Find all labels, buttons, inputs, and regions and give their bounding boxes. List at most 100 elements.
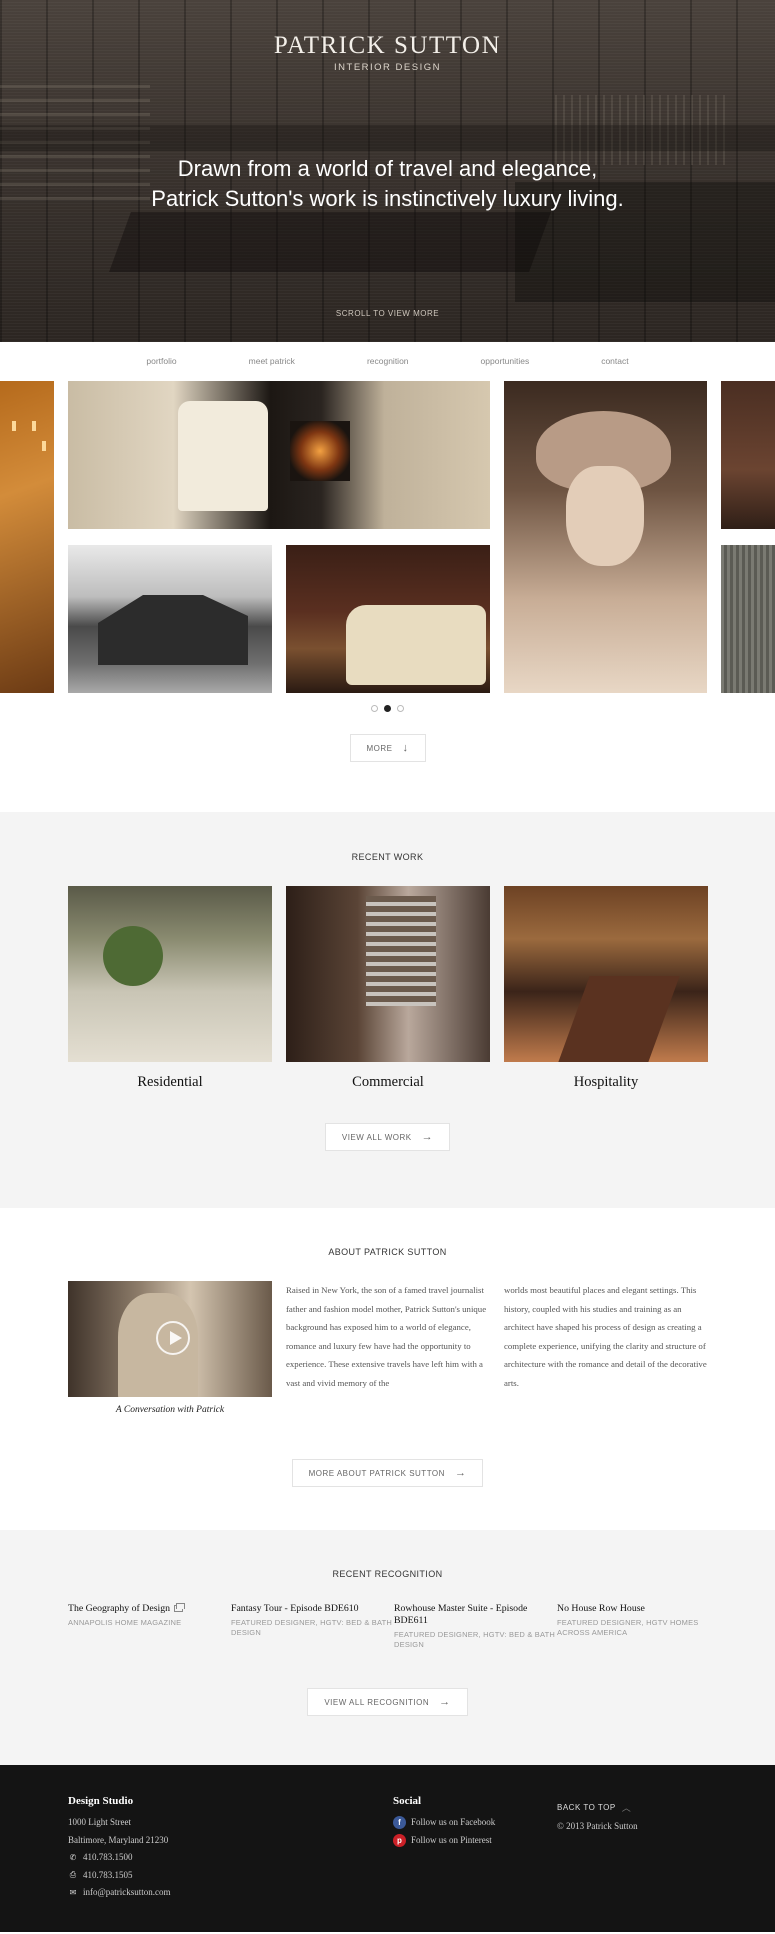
recent-work-list: Residential Commercial Hospitality <box>68 886 775 1091</box>
recognition-item-title-wrap: The Geography of Design <box>68 1603 231 1615</box>
about-text-col-2: worlds most beautiful places and elegant… <box>504 1285 707 1388</box>
living-room-chair-shape <box>178 401 268 511</box>
view-all-work-button[interactable]: VIEW ALL WORK → <box>324 1123 451 1151</box>
commercial-image <box>286 886 490 1062</box>
work-item-residential[interactable]: Residential <box>68 886 272 1091</box>
footer-phone[interactable]: ✆ 410.783.1500 <box>68 1849 171 1867</box>
footer-address-line-2: Baltimore, Maryland 21230 <box>68 1834 169 1845</box>
hero-quote-line-1: Drawn from a world of travel and eleganc… <box>177 156 598 181</box>
more-about-button[interactable]: MORE ABOUT PATRICK SUTTON → <box>291 1459 484 1487</box>
view-all-recognition-label: VIEW ALL RECOGNITION <box>324 1697 430 1707</box>
hospitality-image <box>504 886 708 1062</box>
gallery-image-kitchen[interactable] <box>721 381 775 529</box>
gallery-image-portrait[interactable] <box>504 381 707 693</box>
gallery-image-tile-wall[interactable] <box>721 545 775 693</box>
carousel-dot-1[interactable] <box>371 705 378 712</box>
hero-quote: Drawn from a world of travel and eleganc… <box>0 154 775 214</box>
residential-tree-shape <box>103 926 163 986</box>
fax-icon: ⎙ <box>69 1870 77 1880</box>
scroll-to-view-more-link[interactable]: SCROLL TO VIEW MORE <box>0 309 775 318</box>
gallery-image-living-room[interactable] <box>68 381 490 529</box>
footer-social: Social f Follow us on Facebook p Follow us… <box>393 1795 495 1849</box>
back-to-top-link[interactable]: BACK TO TOP ︿ <box>557 1801 638 1814</box>
hero-bg-bar-counter <box>109 212 551 272</box>
main-nav: portfolio meet patrick recognition oppor… <box>0 342 775 380</box>
footer-email-value: info@patricksutton.com <box>83 1887 171 1897</box>
facebook-icon: f <box>393 1816 406 1830</box>
logo[interactable]: PATRICK SUTTON INTERIOR DESIGN <box>0 32 775 73</box>
nav-item-contact[interactable]: contact <box>601 356 628 366</box>
more-about-label: MORE ABOUT PATRICK SUTTON <box>308 1468 445 1478</box>
hospitality-bar-shape <box>558 976 680 1062</box>
about-content: A Conversation with Patrick Raised in Ne… <box>68 1281 775 1415</box>
play-icon[interactable] <box>156 1321 190 1355</box>
recognition-item[interactable]: No House Row House FEATURED DESIGNER, HG… <box>557 1603 720 1650</box>
work-item-label: Hospitality <box>573 1074 639 1090</box>
house-roof-shape <box>98 595 248 665</box>
external-link-icon <box>174 1603 186 1613</box>
footer-studio-title: Design Studio <box>68 1795 134 1807</box>
hero-bg-beam <box>0 125 775 151</box>
arrow-right-icon: → <box>439 1696 451 1708</box>
gallery-track <box>0 381 775 693</box>
arrow-right-icon: → <box>421 1131 434 1143</box>
more-button[interactable]: MORE ↓ <box>349 734 426 762</box>
gallery-image-restaurant[interactable] <box>0 381 54 693</box>
footer-email[interactable]: ✉ info@patricksutton.com <box>68 1884 171 1902</box>
footer: Design Studio 1000 Light Street Baltimor… <box>0 1765 775 1932</box>
recognition-item-meta: FEATURED DESIGNER, HGTV: BED & BATH DESI… <box>231 1618 393 1637</box>
footer-social-title: Social <box>393 1795 422 1807</box>
brand-tagline: INTERIOR DESIGN <box>334 62 441 73</box>
recent-work-section: RECENT WORK Residential Commercial Hospi… <box>0 812 775 1208</box>
brand-name: PATRICK SUTTON <box>273 32 502 59</box>
recognition-item-meta: ANNAPOLIS HOME MAGAZINE <box>68 1618 182 1627</box>
recognition-item-title: Rowhouse Master Suite - Episode BDE611 <box>394 1603 528 1626</box>
recognition-item-title: Fantasy Tour - Episode BDE610 <box>231 1603 359 1614</box>
recognition-item[interactable]: Fantasy Tour - Episode BDE610 FEATURED D… <box>231 1603 394 1650</box>
recognition-item[interactable]: The Geography of Design ANNAPOLIS HOME M… <box>68 1603 231 1650</box>
video-caption: A Conversation with Patrick <box>115 1405 225 1415</box>
footer-studio: Design Studio 1000 Light Street Baltimor… <box>68 1795 171 1902</box>
facebook-link[interactable]: f Follow us on Facebook <box>393 1814 495 1832</box>
recognition-title: RECENT RECOGNITION <box>332 1569 443 1579</box>
nav-item-portfolio[interactable]: portfolio <box>146 356 176 366</box>
nav-item-opportunities[interactable]: opportunities <box>481 356 530 366</box>
carousel-dot-2[interactable] <box>384 705 391 712</box>
recognition-section: RECENT RECOGNITION The Geography of Desi… <box>0 1530 775 1765</box>
gallery-carousel: MORE ↓ <box>0 381 775 812</box>
recognition-item[interactable]: Rowhouse Master Suite - Episode BDE611 F… <box>394 1603 557 1650</box>
recognition-item-meta: FEATURED DESIGNER, HGTV: BED & BATH DESI… <box>394 1630 556 1649</box>
pinterest-icon: p <box>393 1833 406 1847</box>
sofa-shape <box>346 605 486 685</box>
gallery-image-sofa[interactable] <box>286 545 490 693</box>
more-button-label: MORE <box>366 743 393 753</box>
work-item-label: Residential <box>137 1074 203 1090</box>
work-item-hospitality[interactable]: Hospitality <box>504 886 708 1091</box>
gallery-image-house[interactable] <box>68 545 272 693</box>
about-video: A Conversation with Patrick <box>68 1281 272 1415</box>
commercial-bookshelf-shape <box>366 896 436 1006</box>
recent-work-title: RECENT WORK <box>351 852 424 862</box>
arrow-down-icon: ↓ <box>402 742 409 754</box>
work-item-label: Commercial <box>352 1074 424 1090</box>
living-room-fireplace-shape <box>290 421 350 481</box>
phone-icon: ✆ <box>69 1852 77 1862</box>
carousel-dot-3[interactable] <box>397 705 404 712</box>
back-to-top-label: BACK TO TOP <box>557 1803 616 1812</box>
footer-fax-value: 410.783.1505 <box>83 1869 133 1880</box>
video-thumbnail[interactable] <box>68 1281 272 1397</box>
work-item-commercial[interactable]: Commercial <box>286 886 490 1091</box>
about-title: ABOUT PATRICK SUTTON <box>328 1247 447 1257</box>
email-icon: ✉ <box>69 1887 77 1897</box>
copyright: © 2013 Patrick Sutton <box>557 1821 638 1831</box>
footer-meta: BACK TO TOP ︿ © 2013 Patrick Sutton <box>557 1801 638 1831</box>
view-all-work-label: VIEW ALL WORK <box>341 1132 412 1142</box>
residential-image <box>68 886 272 1062</box>
recognition-list: The Geography of Design ANNAPOLIS HOME M… <box>68 1603 775 1650</box>
portrait-face-shape <box>566 466 644 566</box>
pinterest-link[interactable]: p Follow us on Pinterest <box>393 1832 495 1850</box>
view-all-recognition-button[interactable]: VIEW ALL RECOGNITION → <box>307 1688 468 1716</box>
chevron-up-icon: ︿ <box>621 1803 632 1813</box>
nav-item-recognition[interactable]: recognition <box>367 356 409 366</box>
nav-item-meet-patrick[interactable]: meet patrick <box>249 356 295 366</box>
